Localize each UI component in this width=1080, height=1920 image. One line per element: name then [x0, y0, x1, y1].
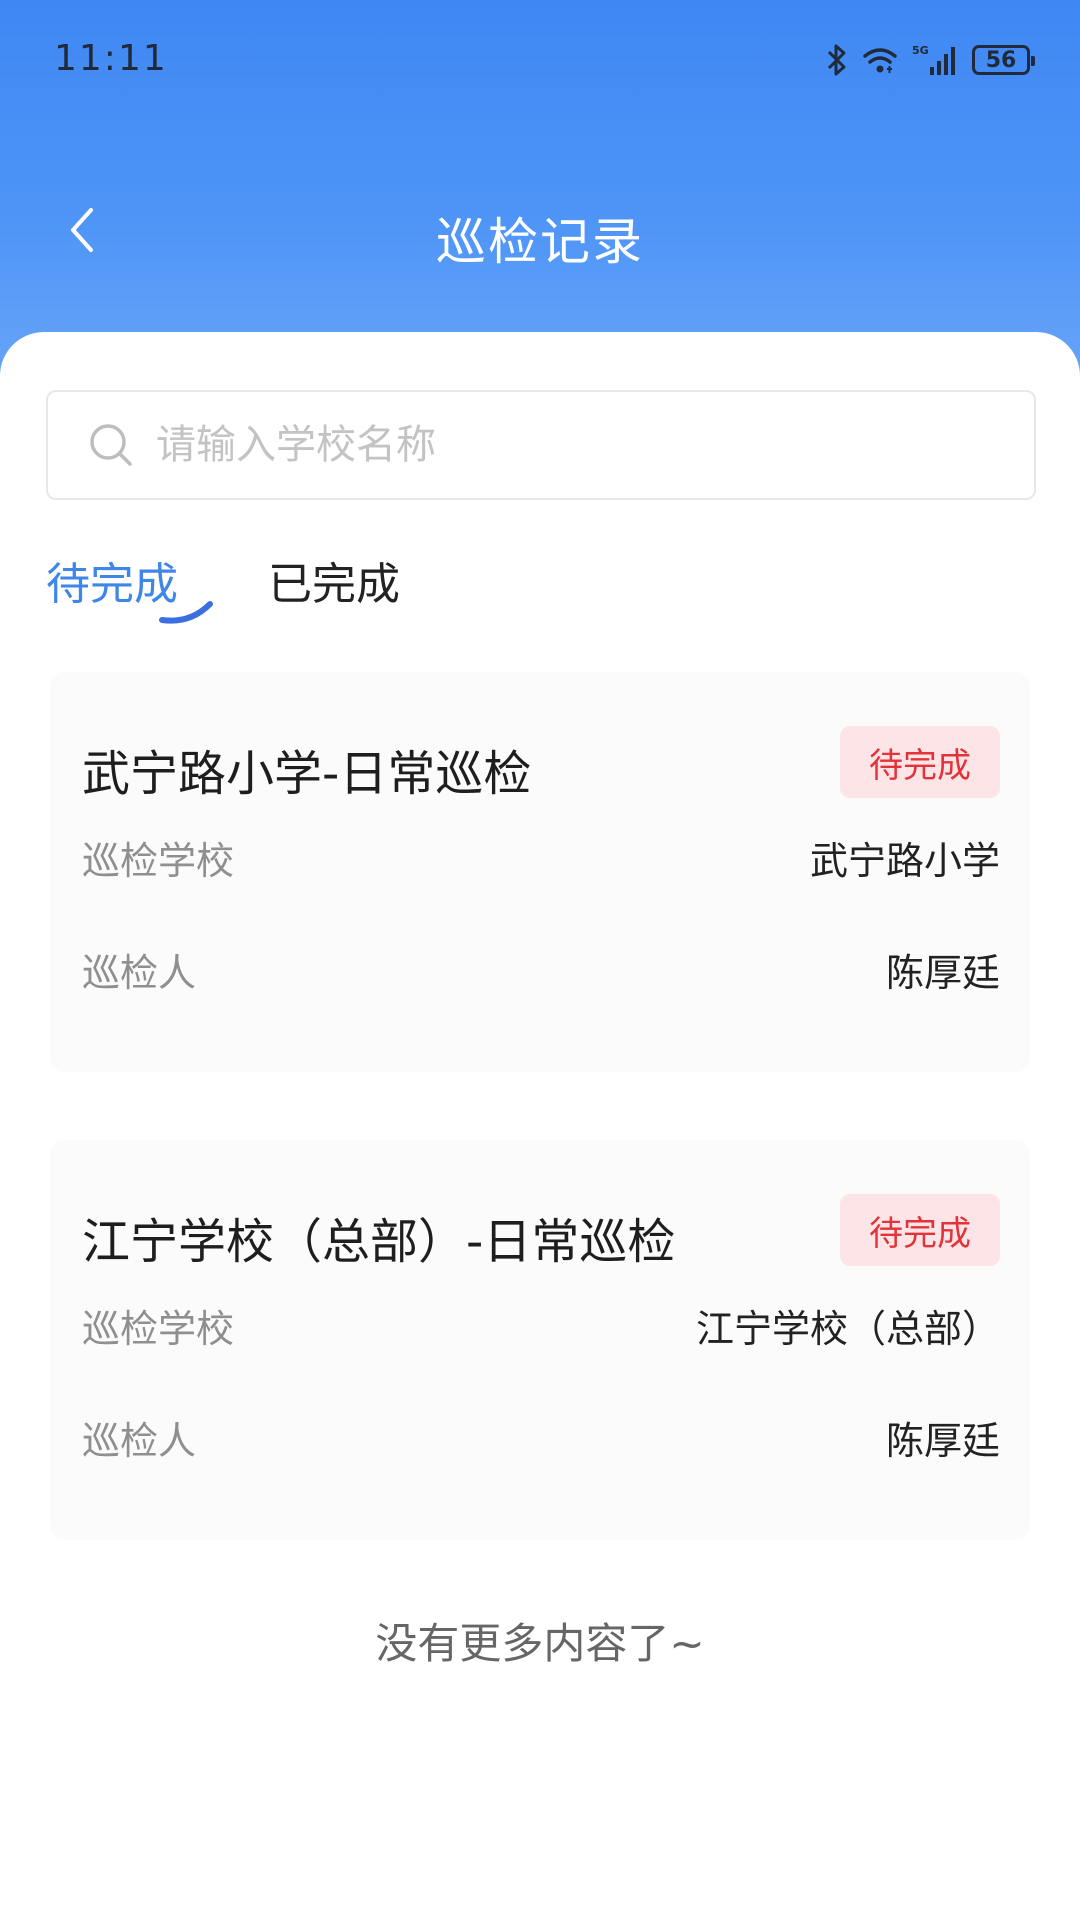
- signal-icon: 5G: [912, 43, 958, 77]
- inspector-label: 巡检人: [82, 1419, 197, 1463]
- status-bar: 11:11 5G 56: [0, 0, 1080, 110]
- page-title: 巡检记录: [436, 213, 644, 271]
- record-card[interactable]: 江宁学校（总部）-日常巡检 待完成 巡检学校 江宁学校（总部） 巡检人 陈厚廷: [50, 1140, 1030, 1540]
- school-value: 武宁路小学: [809, 839, 1000, 883]
- school-value: 江宁学校（总部）: [695, 1307, 1000, 1351]
- no-more-content-text: 没有更多内容了~: [375, 1619, 705, 1668]
- tab-completed[interactable]: 已完成: [268, 548, 400, 612]
- inspector-value: 陈厚廷: [885, 951, 1000, 995]
- active-tab-indicator: [158, 600, 218, 630]
- status-icons: 5G 56: [826, 40, 1035, 80]
- status-badge: 待完成: [840, 1194, 1000, 1266]
- record-title: 江宁学校（总部）-日常巡检: [82, 1214, 676, 1270]
- svg-text:5G: 5G: [912, 44, 929, 57]
- school-label: 巡检学校: [82, 839, 235, 883]
- search-icon: [88, 422, 134, 468]
- wifi-icon: [862, 45, 898, 75]
- bluetooth-icon: [826, 43, 848, 77]
- inspector-value: 陈厚廷: [885, 1419, 1000, 1463]
- record-title: 武宁路小学-日常巡检: [82, 746, 532, 802]
- search-box[interactable]: [46, 390, 1036, 500]
- battery-icon: 56: [972, 45, 1035, 75]
- school-label: 巡检学校: [82, 1307, 235, 1351]
- status-time: 11:11: [54, 38, 168, 79]
- record-card[interactable]: 武宁路小学-日常巡检 待完成 巡检学校 武宁路小学 巡检人 陈厚廷: [50, 672, 1030, 1072]
- search-input[interactable]: [154, 414, 1018, 476]
- inspector-label: 巡检人: [82, 951, 197, 995]
- status-badge: 待完成: [840, 726, 1000, 798]
